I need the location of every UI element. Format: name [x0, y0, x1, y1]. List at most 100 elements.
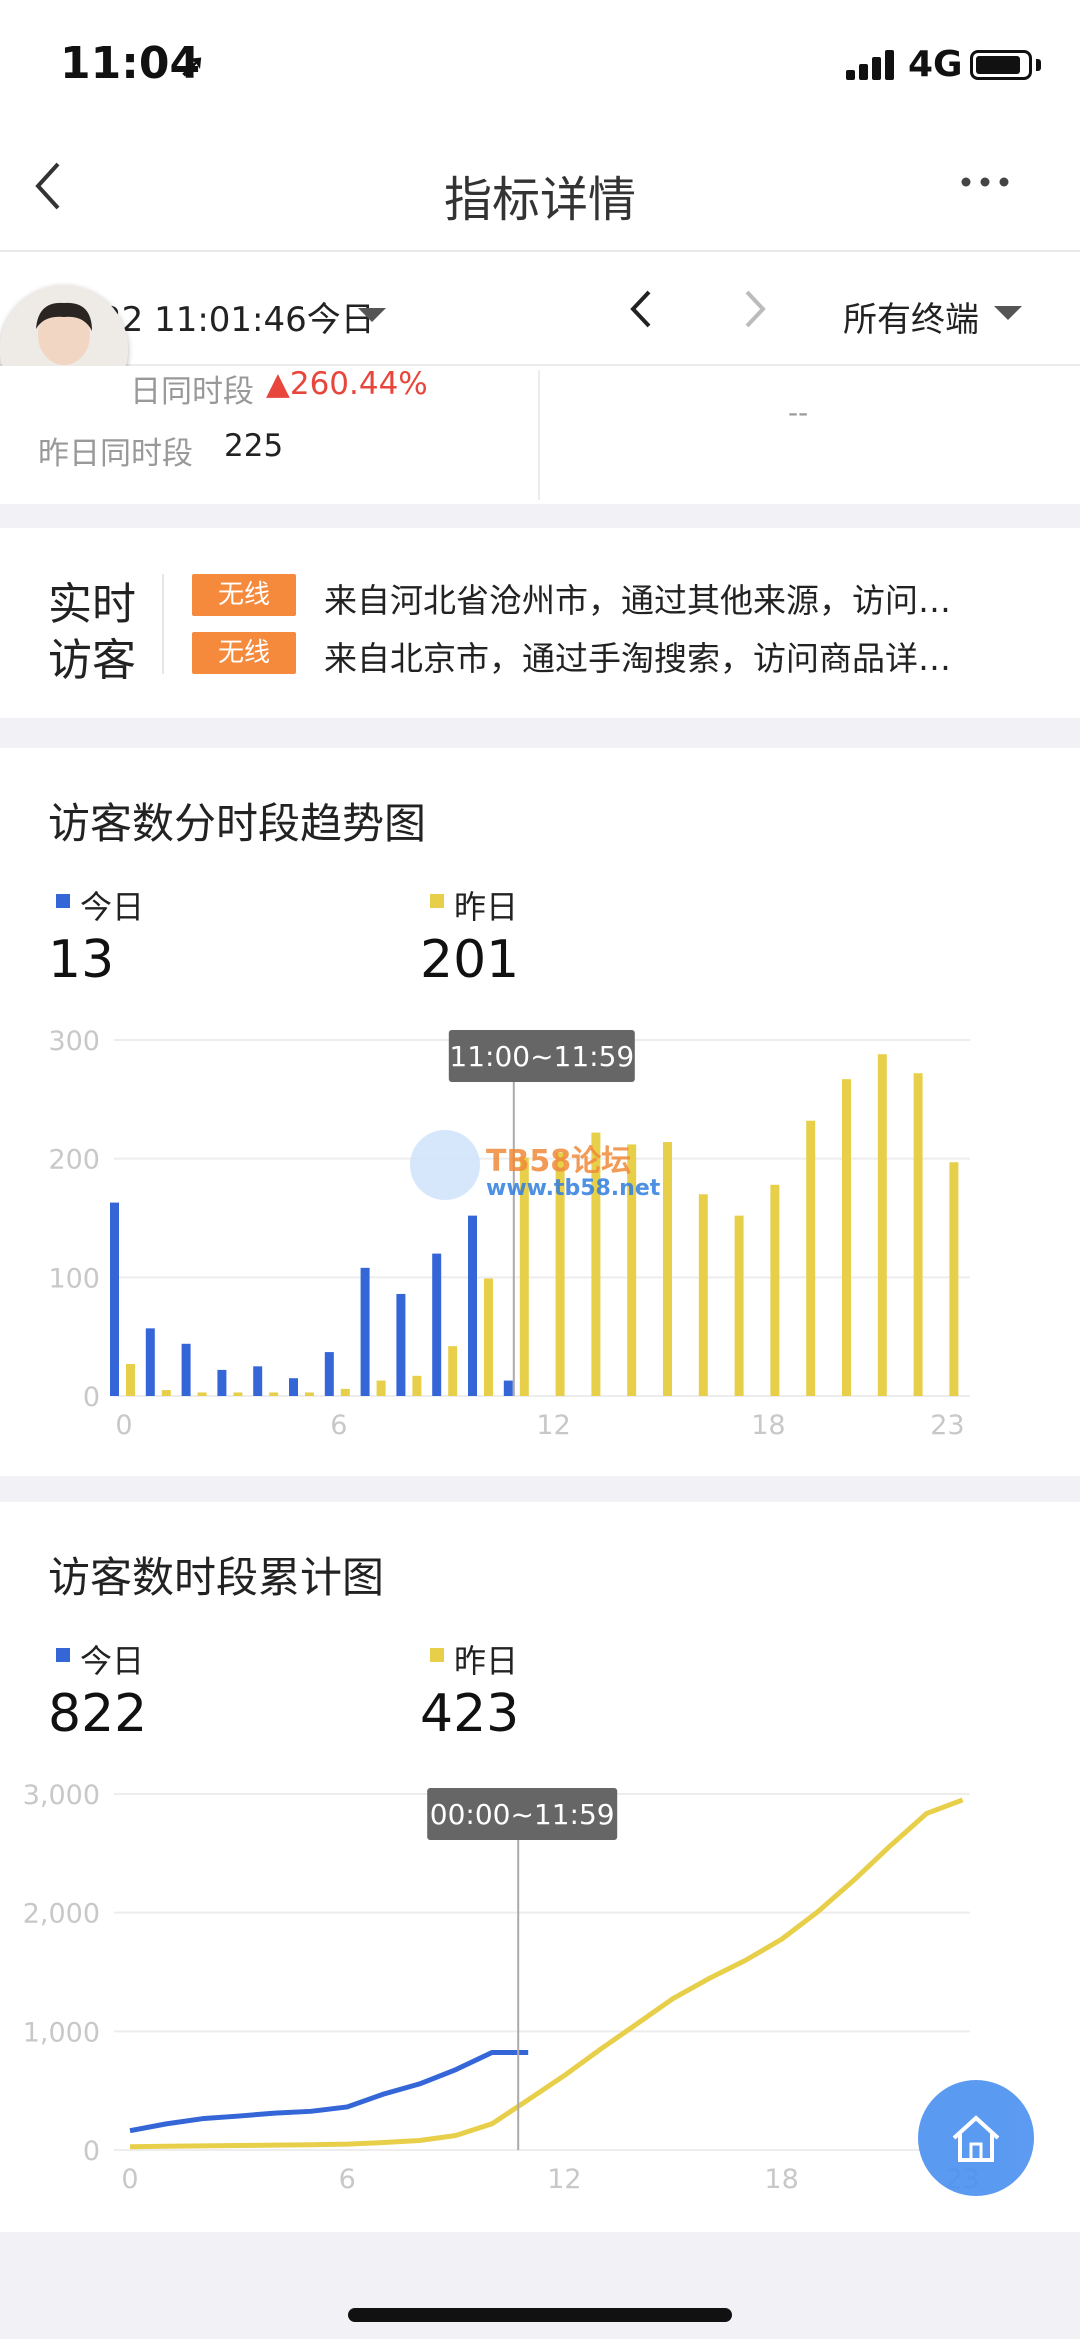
bar-yesterday	[126, 1363, 135, 1396]
right-stat-value: --	[788, 396, 809, 429]
chart2-title: 访客数时段累计图	[48, 1553, 385, 1602]
tooltip-label: 00:00~11:59	[430, 1798, 615, 1831]
y-tick-label: 0	[83, 1382, 100, 1413]
bar-yesterday	[698, 1194, 708, 1396]
bar-today	[360, 1267, 370, 1396]
terminal-selector[interactable]: 所有终端	[843, 292, 979, 341]
channel-tag: 无线	[192, 574, 296, 616]
bar-yesterday	[412, 1375, 422, 1396]
x-tick-label: 18	[764, 2164, 798, 2195]
more-options-button[interactable]	[960, 162, 1010, 212]
hourly-bar-chart[interactable]: 300 200 100 00 6 12 18 23 11:00~11:59	[0, 1010, 1080, 1450]
today-value: 13	[48, 930, 115, 990]
legend-today-label: 今日	[80, 1642, 145, 1680]
date-selector[interactable]: 22 11:01:46今日	[100, 292, 375, 341]
legend-yesterday-swatch	[430, 894, 444, 908]
legend-yesterday-swatch	[430, 1648, 444, 1662]
x-tick-label: 0	[121, 2164, 138, 2195]
home-icon	[952, 2115, 1000, 2162]
bar-yesterday	[305, 1392, 314, 1396]
x-tick-label: 23	[930, 1410, 964, 1441]
bar-yesterday	[770, 1184, 780, 1396]
battery-icon	[970, 50, 1032, 80]
line-today	[129, 2049, 529, 2134]
location-arrow-icon: ➚	[178, 46, 207, 86]
x-tick-label: 12	[536, 1410, 570, 1441]
x-tick-label: 6	[330, 1410, 347, 1441]
x-tick-label: 18	[751, 1410, 785, 1441]
legend-yesterday-label: 昨日	[454, 1642, 519, 1680]
signal-icon	[846, 50, 898, 80]
bar-today	[503, 1380, 513, 1396]
today-cumulative-value: 822	[48, 1684, 148, 1744]
line-yesterday	[129, 1797, 964, 2150]
bar-yesterday	[484, 1278, 493, 1396]
bar-today	[217, 1369, 227, 1396]
visitors-divider	[162, 574, 164, 674]
home-button[interactable]	[918, 2080, 1034, 2196]
bar-today	[468, 1215, 477, 1396]
channel-tag: 无线	[192, 632, 296, 674]
realtime-label-line1: 实时	[48, 579, 136, 630]
bar-yesterday	[233, 1392, 243, 1396]
bar-yesterday	[340, 1388, 350, 1396]
visitor-item[interactable]: 来自河北省沧州市，通过其他来源，访问…	[324, 574, 951, 622]
yesterday-same-period-value: 225	[224, 428, 284, 464]
legend-yesterday-label: 昨日	[454, 888, 519, 926]
bar-yesterday	[376, 1380, 386, 1396]
network-type: 4G	[908, 44, 963, 85]
bar-yesterday	[269, 1392, 279, 1396]
visitor-item[interactable]: 来自北京市，通过手淘搜索，访问商品详…	[324, 632, 951, 680]
y-tick-label: 0	[83, 2136, 100, 2167]
bar-today	[396, 1293, 406, 1396]
watermark-url: www.tb58.net	[486, 1176, 661, 1201]
watermark-title: TB58论坛	[486, 1144, 632, 1179]
bar-yesterday	[806, 1120, 816, 1396]
tooltip-label: 11:00~11:59	[449, 1040, 634, 1073]
bar-yesterday	[197, 1392, 207, 1396]
watermark-logo-icon	[410, 1130, 480, 1200]
bar-yesterday	[448, 1346, 458, 1396]
y-tick-label: 200	[48, 1145, 100, 1176]
y-tick-label: 3,000	[23, 1780, 100, 1811]
bar-today	[432, 1253, 442, 1396]
bar-yesterday	[161, 1390, 171, 1396]
y-tick-label: 1,000	[23, 2017, 100, 2048]
y-tick-label: 2,000	[23, 1899, 100, 1930]
yesterday-value: 201	[420, 930, 520, 990]
bar-today	[145, 1328, 155, 1396]
bar-yesterday	[842, 1079, 851, 1396]
bar-yesterday	[663, 1142, 672, 1396]
page-title: 指标详情	[443, 172, 636, 228]
yesterday-same-period-label: 昨日同时段	[38, 436, 193, 472]
home-indicator	[348, 2308, 732, 2322]
terminal-dropdown-icon[interactable]	[994, 306, 1022, 320]
bar-today	[110, 1202, 119, 1396]
chart1-title: 访客数分时段趋势图	[48, 799, 427, 848]
yesterday-cumulative-value: 423	[420, 1684, 520, 1744]
x-tick-label: 6	[339, 2164, 356, 2195]
more-icon	[961, 177, 1009, 187]
bar-today	[253, 1366, 263, 1396]
date-dropdown-icon[interactable]	[358, 308, 386, 322]
bar-today	[181, 1343, 191, 1396]
prev-date-button[interactable]	[628, 288, 654, 334]
bar-today	[289, 1378, 298, 1396]
next-date-button[interactable]	[742, 288, 768, 334]
bar-yesterday	[949, 1162, 959, 1396]
bar-yesterday	[913, 1073, 923, 1396]
x-tick-label: 12	[547, 2164, 581, 2195]
same-period-label: 日同时段	[130, 374, 254, 410]
chevron-left-icon	[630, 290, 651, 328]
realtime-label-line2: 访客	[48, 635, 136, 686]
bar-yesterday	[734, 1215, 744, 1396]
y-tick-label: 300	[48, 1026, 100, 1057]
legend-today-swatch	[56, 894, 70, 908]
bar-today	[324, 1352, 334, 1396]
battery-tip	[1036, 59, 1041, 71]
stats-divider	[538, 370, 540, 500]
change-percent: ▲260.44%	[266, 366, 428, 402]
bar-yesterday	[877, 1054, 887, 1396]
legend-today-label: 今日	[80, 888, 145, 926]
legend-today-swatch	[56, 1648, 70, 1662]
